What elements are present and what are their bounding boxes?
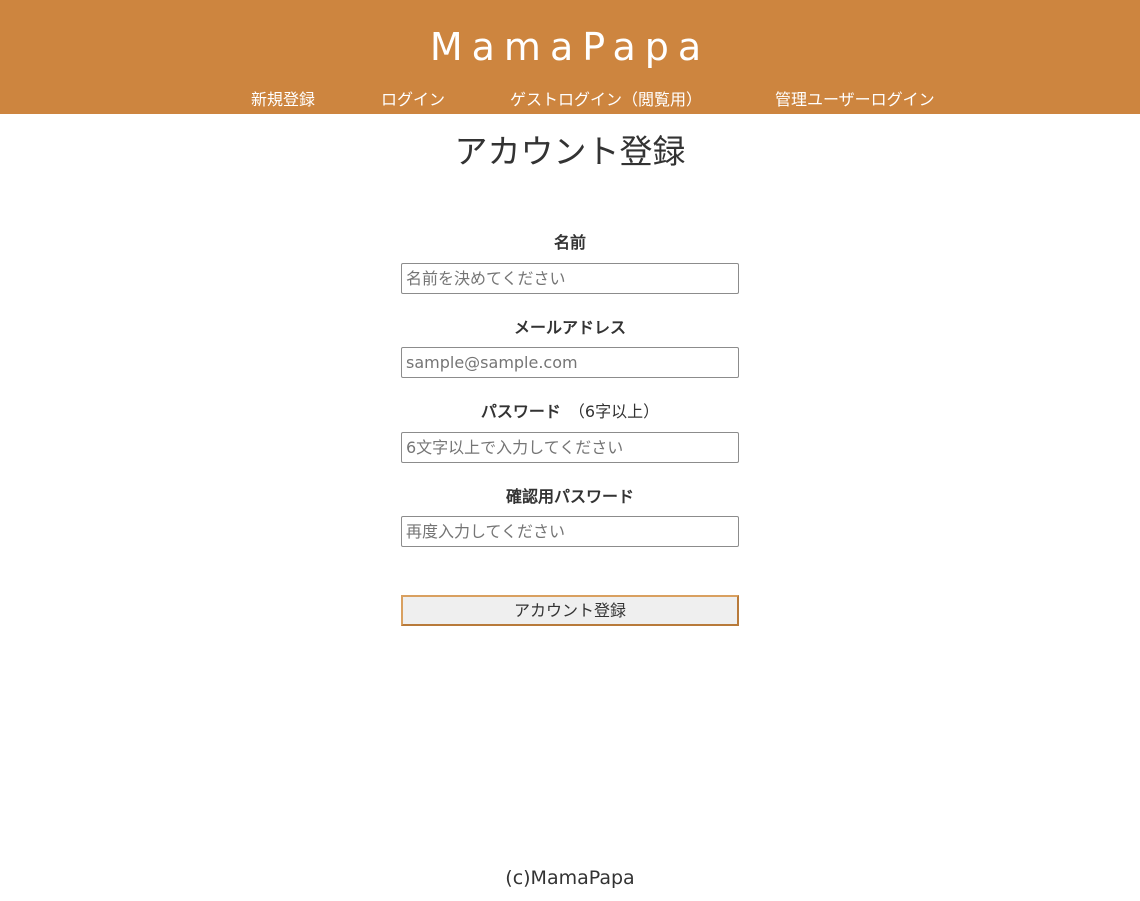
site-header: MamaPapa 新規登録 ログイン ゲストログイン（閲覧用） 管理ユーザーログ…: [0, 0, 1140, 114]
password-length-note: （6字以上）: [568, 402, 660, 421]
password-input[interactable]: [401, 432, 739, 463]
nav-admin-login-link[interactable]: 管理ユーザーログイン: [775, 89, 935, 111]
email-input[interactable]: [401, 347, 739, 378]
password-confirm-input[interactable]: [401, 516, 739, 547]
name-label-text: 名前: [553, 233, 586, 252]
password-confirm-label: 確認用パスワード: [0, 486, 1140, 508]
nav-login-link[interactable]: ログイン: [381, 89, 445, 111]
name-input[interactable]: [401, 263, 739, 294]
name-label: 名前: [0, 232, 1140, 254]
password-confirm-label-text: 確認用パスワード: [505, 487, 634, 506]
create-account-button[interactable]: アカウント登録: [401, 595, 739, 626]
password-label-text: パスワード: [480, 402, 561, 421]
page-title: アカウント登録: [454, 132, 686, 171]
footer-copyright: (c)MamaPapa: [505, 867, 635, 889]
nav-signup-link[interactable]: 新規登録: [251, 89, 315, 111]
email-label: メールアドレス: [0, 317, 1140, 339]
nav-guest-login-link[interactable]: ゲストログイン（閲覧用）: [510, 89, 702, 111]
email-label-text: メールアドレス: [513, 318, 626, 337]
password-label: パスワード （6字以上）: [0, 401, 1140, 423]
site-logo[interactable]: MamaPapa: [0, 22, 1140, 72]
